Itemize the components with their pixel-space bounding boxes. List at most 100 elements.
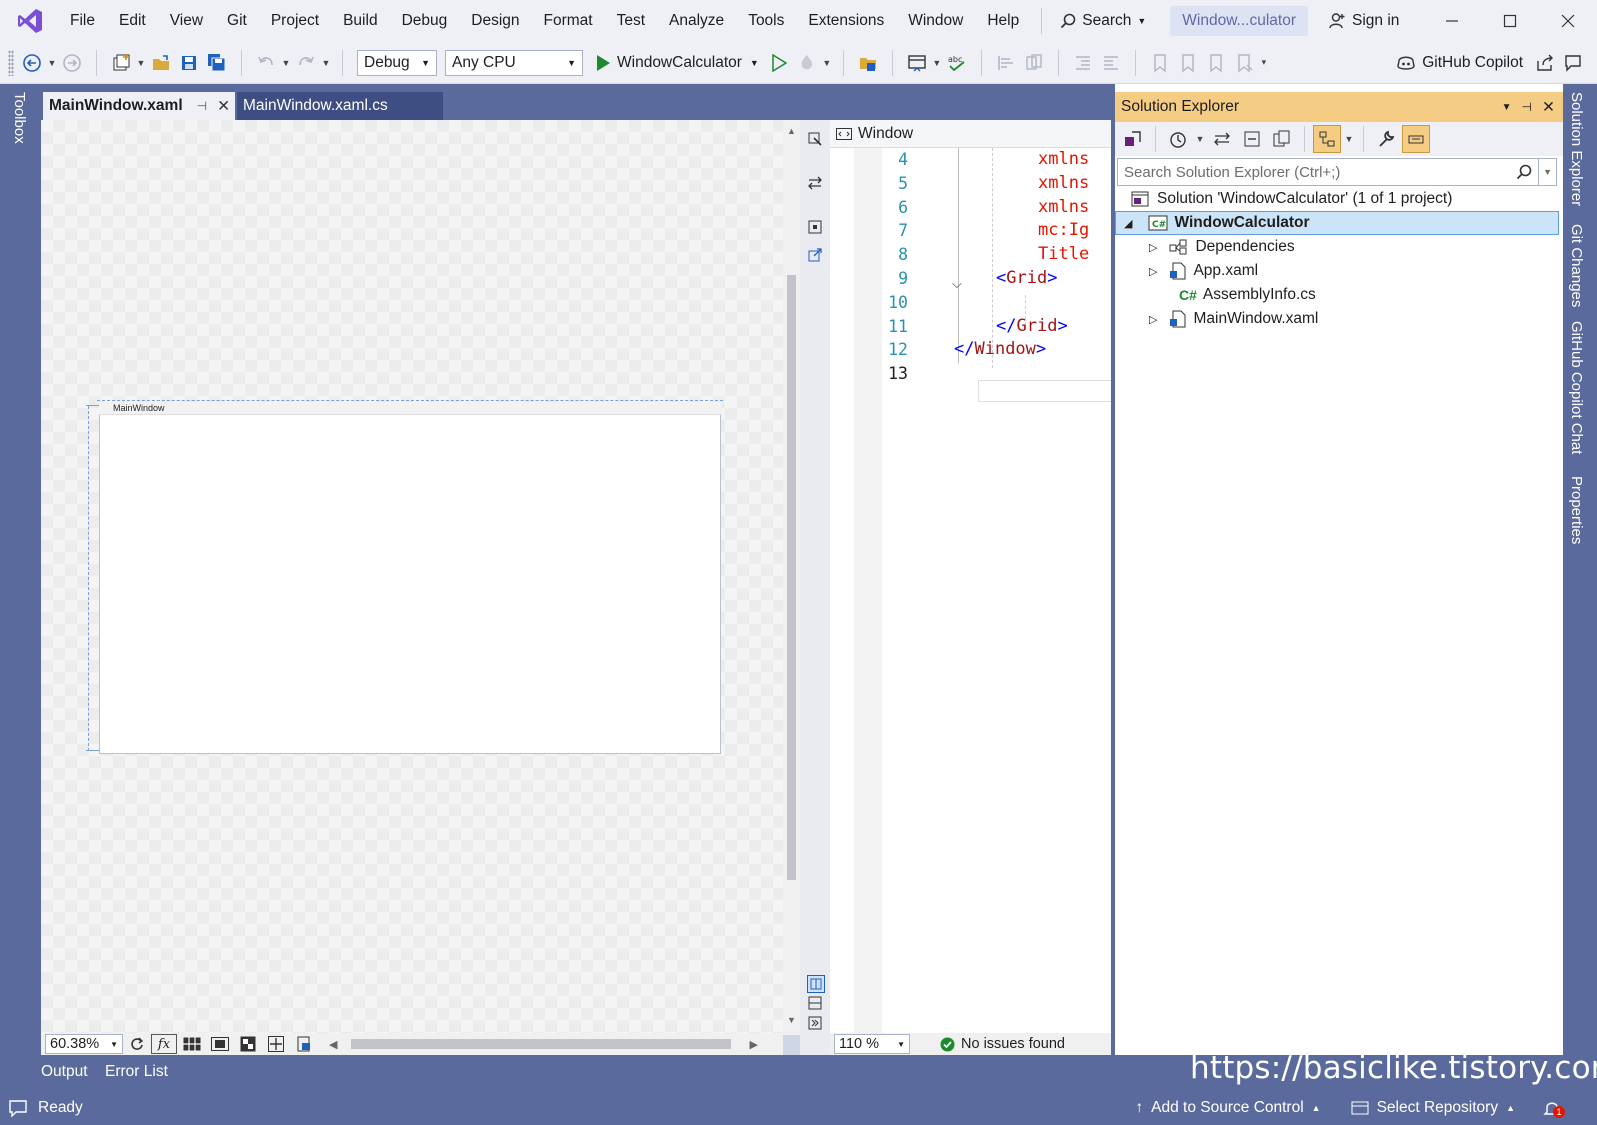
pin-icon[interactable]: ⊣ <box>1522 100 1532 114</box>
new-project-icon[interactable] <box>107 49 135 77</box>
tab-error-list[interactable]: Error List <box>105 1063 168 1081</box>
visual-studio-logo-icon[interactable] <box>16 7 44 35</box>
redo-icon[interactable] <box>292 49 320 77</box>
menu-debug[interactable]: Debug <box>390 0 460 42</box>
search-options-icon[interactable]: ▼ <box>1538 159 1556 185</box>
collapse-pane-icon[interactable] <box>808 1016 822 1030</box>
search-box[interactable]: Search ▼ <box>1052 0 1154 42</box>
indent-icon[interactable] <box>1097 49 1125 77</box>
tree-item-assemblyinfo[interactable]: C# AssemblyInfo.cs <box>1115 283 1559 307</box>
sync-with-document-icon[interactable] <box>1208 125 1236 153</box>
menu-edit[interactable]: Edit <box>107 0 158 42</box>
tree-item-solution[interactable]: Solution 'WindowCalculator' (1 of 1 proj… <box>1115 187 1559 211</box>
menu-git[interactable]: Git <box>215 0 259 42</box>
expanded-arrow-icon[interactable]: ◢ <box>1124 217 1132 230</box>
platform-dropdown[interactable]: Any CPU ▼ <box>445 49 583 76</box>
code-line[interactable]: <Grid> <box>996 268 1057 288</box>
outdent-icon[interactable] <box>1069 49 1097 77</box>
menu-build[interactable]: Build <box>331 0 389 42</box>
save-icon[interactable] <box>175 49 203 77</box>
select-icon[interactable] <box>808 132 822 146</box>
menu-help[interactable]: Help <box>975 0 1031 42</box>
side-tab-properties[interactable]: Properties <box>1568 476 1585 544</box>
chevron-down-icon[interactable]: ▼ <box>931 49 943 77</box>
chevron-down-icon[interactable]: ▼ <box>1343 125 1355 153</box>
configuration-dropdown[interactable]: Debug ▼ <box>357 49 437 76</box>
show-all-files-icon[interactable] <box>1268 125 1296 153</box>
editor-zoom-dropdown[interactable]: 110 % ▼ <box>834 1034 910 1054</box>
navigate-forward-icon[interactable] <box>58 49 86 77</box>
chevron-down-icon[interactable]: ▼ <box>320 49 332 77</box>
tab-output[interactable]: Output <box>41 1063 88 1081</box>
menu-project[interactable]: Project <box>259 0 331 42</box>
code-line[interactable]: </Grid> <box>996 316 1068 336</box>
code-line[interactable]: mc:Ig <box>1038 220 1089 240</box>
side-tab-copilot-chat[interactable]: GitHub Copilot Chat <box>1568 321 1585 454</box>
clear-bookmarks-icon[interactable] <box>1230 49 1258 77</box>
chevron-down-icon[interactable]: ▼ <box>821 49 833 77</box>
sign-in-button[interactable]: Sign in <box>1328 12 1399 30</box>
issues-indicator[interactable]: No issues found <box>940 1036 1065 1052</box>
previous-bookmark-icon[interactable] <box>1174 49 1202 77</box>
close-icon[interactable]: ✕ <box>217 97 230 116</box>
side-tab-solution-explorer[interactable]: Solution Explorer <box>1568 92 1585 206</box>
artboard-background-icon[interactable] <box>235 1034 261 1054</box>
chevron-up-icon[interactable]: ▲ <box>1506 1103 1515 1113</box>
browse-folder-icon[interactable] <box>854 49 882 77</box>
copy-format-icon[interactable] <box>1020 49 1048 77</box>
code-line[interactable]: xmlns <box>1038 197 1089 217</box>
chevron-down-icon[interactable]: ▼ <box>46 49 58 77</box>
designer-horizontal-scrollbar[interactable] <box>351 1039 732 1049</box>
vertical-split-icon[interactable] <box>807 975 825 993</box>
align-left-icon[interactable] <box>992 49 1020 77</box>
tree-item-dependencies[interactable]: ▷ Dependencies <box>1115 235 1559 259</box>
side-tab-git-changes[interactable]: Git Changes <box>1568 224 1585 307</box>
properties-wrench-icon[interactable] <box>1372 125 1400 153</box>
toolbar-grip[interactable] <box>8 49 14 76</box>
chevron-down-icon[interactable]: ▼ <box>280 49 292 77</box>
bookmark-icon[interactable] <box>1146 49 1174 77</box>
solution-explorer-search-input[interactable]: Search Solution Explorer (Ctrl+;) ▼ <box>1117 158 1557 186</box>
minimize-button[interactable] <box>1423 0 1481 42</box>
collapse-all-icon[interactable] <box>1238 125 1266 153</box>
share-icon[interactable] <box>1531 49 1559 77</box>
scroll-left-icon[interactable]: ◀ <box>329 1038 337 1051</box>
designer-zoom-dropdown[interactable]: 60.38% ▼ <box>45 1034 123 1054</box>
open-folder-icon[interactable] <box>147 49 175 77</box>
menu-window[interactable]: Window <box>896 0 975 42</box>
device-frame-icon[interactable] <box>808 220 822 234</box>
project-code-icon[interactable] <box>291 1034 317 1054</box>
close-icon[interactable]: ✕ <box>1542 98 1555 117</box>
tab-mainwindow-xaml-cs[interactable]: MainWindow.xaml.cs <box>237 92 443 120</box>
code-line[interactable]: </Window> <box>954 339 1046 359</box>
close-button[interactable] <box>1539 0 1597 42</box>
notifications-bell-icon[interactable]: 1 <box>1543 1099 1565 1118</box>
search-icon[interactable] <box>1516 164 1532 180</box>
feedback-icon[interactable] <box>1559 49 1587 77</box>
chevron-down-icon[interactable]: ▼ <box>1194 125 1206 153</box>
chevron-down-icon[interactable]: ▼ <box>135 49 147 77</box>
code-line[interactable]: Title <box>1038 244 1089 264</box>
collapsed-arrow-icon[interactable]: ▷ <box>1149 313 1157 326</box>
add-to-source-control[interactable]: Add to Source Control <box>1151 1099 1304 1117</box>
menu-design[interactable]: Design <box>459 0 531 42</box>
track-active-item-icon[interactable] <box>1313 125 1341 153</box>
refresh-icon[interactable] <box>125 1030 149 1058</box>
editor-navigation-bar[interactable]: Window <box>830 120 1111 148</box>
code-line[interactable]: xmlns <box>1038 149 1089 169</box>
designer-vertical-scrollbar[interactable]: ▲ ▼ <box>783 120 800 1035</box>
solution-explorer-header[interactable]: Solution Explorer ▼ ⊣ ✕ <box>1115 92 1563 122</box>
menu-view[interactable]: View <box>158 0 215 42</box>
collapsed-arrow-icon[interactable]: ▷ <box>1149 265 1157 278</box>
toolbox-tab[interactable]: Toolbox <box>11 92 28 144</box>
code-line[interactable]: xmlns <box>1038 173 1089 193</box>
window-preview[interactable] <box>99 402 721 754</box>
start-debugging-button[interactable]: WindowCalculator ▼ <box>595 54 759 72</box>
undo-icon[interactable] <box>252 49 280 77</box>
solution-name-badge[interactable]: Window...culator <box>1170 6 1308 36</box>
popout-icon[interactable] <box>808 248 822 262</box>
navigate-back-icon[interactable] <box>18 49 46 77</box>
tree-item-project[interactable]: ◢ C# WindowCalculator <box>1115 211 1559 235</box>
window-position-icon[interactable]: ▼ <box>1502 102 1512 113</box>
swap-panes-icon[interactable] <box>808 176 822 190</box>
